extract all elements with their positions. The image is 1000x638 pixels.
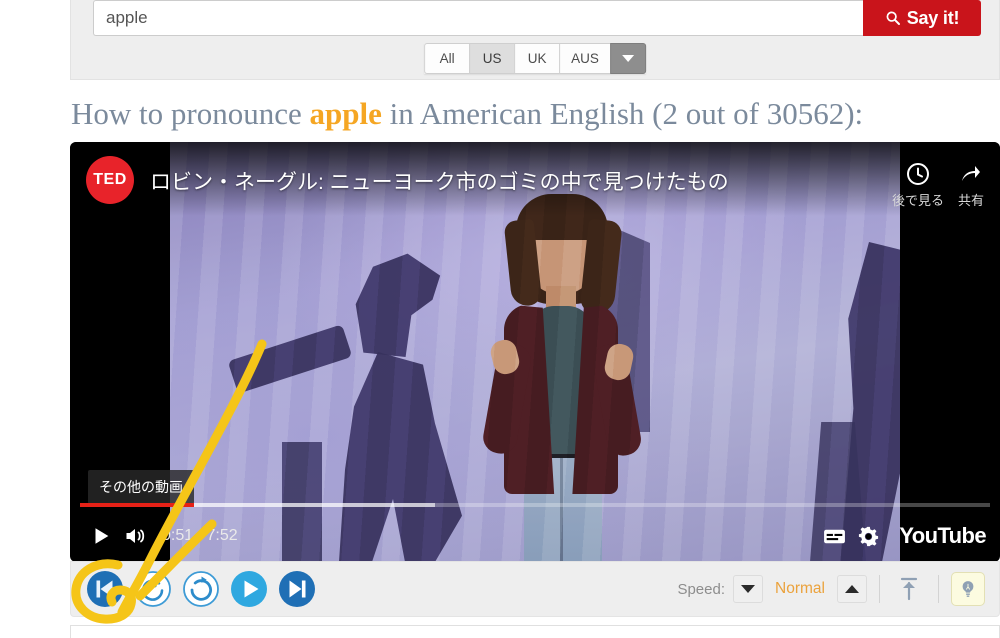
share-arrow-icon — [961, 166, 980, 181]
svg-text:-5: -5 — [149, 580, 157, 590]
ted-logo-text: TED — [93, 171, 127, 188]
filter-uk[interactable]: UK — [514, 43, 560, 74]
scroll-to-top-button[interactable] — [892, 572, 926, 606]
share-label: 共有 — [957, 193, 984, 208]
watch-later-button[interactable]: 後で見る — [892, 162, 944, 209]
say-it-label: Say it! — [906, 7, 960, 28]
search-row: Say it! — [93, 0, 981, 36]
chevron-down-icon — [621, 55, 634, 62]
search-icon — [886, 11, 900, 25]
skip-next-icon — [279, 571, 315, 607]
pronunciation-search-page: Say it! All US UK AUS How to pronounce a… — [0, 0, 1000, 638]
share-button[interactable]: 共有 — [958, 162, 984, 209]
video-title[interactable]: ロビン・ネーグル: ニューヨーク市のゴミの中で見つけたもの — [150, 166, 878, 196]
subtitles-icon — [823, 529, 845, 543]
play-circle-icon — [231, 571, 267, 607]
headline-keyword: apple — [309, 96, 382, 131]
play-icon — [95, 528, 109, 544]
replay-button[interactable] — [181, 569, 221, 609]
next-section-panel — [70, 625, 1000, 638]
filter-all[interactable]: All — [424, 43, 470, 74]
speed-increase-button[interactable] — [837, 575, 867, 603]
player-subtitles-button[interactable] — [817, 519, 851, 553]
divider-2 — [938, 575, 939, 603]
play-button[interactable] — [229, 569, 269, 609]
skip-back-button[interactable] — [85, 569, 125, 609]
silhouette-arm — [227, 324, 353, 394]
speed-control: Speed: Normal — [677, 575, 867, 603]
search-panel: Say it! All US UK AUS — [70, 0, 1000, 80]
skip-previous-icon — [87, 571, 123, 607]
rewind-5-button[interactable]: -5 — [133, 569, 173, 609]
gear-icon — [858, 526, 878, 546]
replay-loop-icon — [183, 571, 219, 607]
player-top-bar: TED ロビン・ネーグル: ニューヨーク市のゴミの中で見つけたもの 後で見る 共… — [70, 142, 1000, 216]
volume-icon — [126, 529, 145, 543]
skip-forward-button[interactable] — [277, 569, 317, 609]
triangle-up-icon — [845, 585, 859, 593]
divider — [879, 575, 880, 603]
headline-prefix: How to pronounce — [71, 96, 310, 131]
headline-suffix: in American English (2 out of 30562): — [381, 96, 864, 131]
ted-logo[interactable]: TED — [86, 156, 134, 204]
progress-bar[interactable] — [80, 503, 990, 507]
speed-value: Normal — [775, 580, 825, 597]
progress-played — [80, 503, 194, 507]
triangle-down-icon — [741, 585, 755, 593]
search-input[interactable] — [93, 0, 863, 36]
accent-filter-group: All US UK AUS — [424, 43, 646, 74]
filter-us[interactable]: US — [469, 43, 515, 74]
watch-later-label: 後で見る — [891, 193, 944, 208]
speed-label: Speed: — [677, 580, 725, 598]
player-settings-button[interactable] — [851, 519, 885, 553]
filter-aus[interactable]: AUS — [559, 43, 610, 74]
player-bottom-bar: 0:51 / 7:52 YouTube — [70, 486, 1000, 562]
silhouette-mid — [580, 222, 650, 432]
arrow-up-to-line-icon — [900, 577, 918, 601]
silhouette-head-left — [355, 253, 441, 357]
rewind-5-icon: -5 — [135, 571, 171, 607]
player-play-button[interactable] — [84, 519, 118, 553]
say-it-button[interactable]: Say it! — [863, 0, 981, 36]
filter-more-dropdown[interactable] — [609, 43, 646, 74]
video-time-display: 0:51 / 7:52 — [162, 527, 238, 544]
speed-decrease-button[interactable] — [733, 575, 763, 603]
youtube-watermark[interactable]: YouTube — [899, 523, 986, 549]
player-controls: 0:51 / 7:52 YouTube — [70, 514, 1000, 558]
playback-control-bar: -5 Speed: Normal — [70, 561, 1000, 617]
player-volume-button[interactable] — [118, 519, 152, 553]
youtube-player[interactable]: TED ロビン・ネーグル: ニューヨーク市のゴミの中で見つけたもの 後で見る 共… — [70, 142, 1000, 562]
lightbulb-icon — [962, 581, 974, 597]
page-title: How to pronounce apple in American Engli… — [71, 96, 991, 132]
clock-icon — [906, 163, 929, 185]
lightbulb-button[interactable] — [951, 572, 985, 606]
